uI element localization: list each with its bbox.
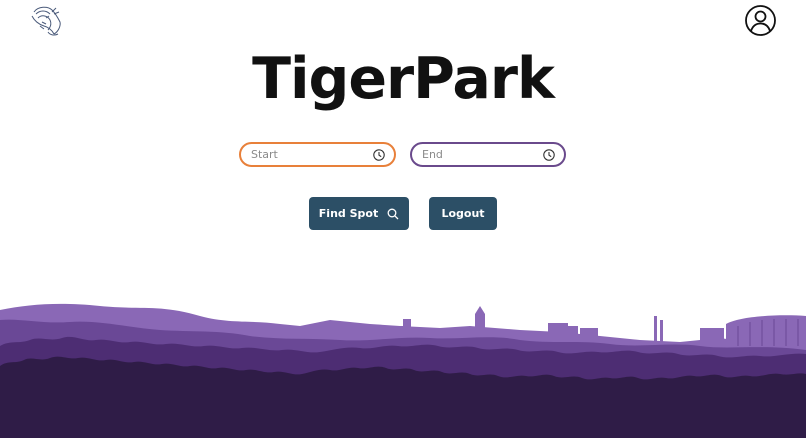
end-time-input[interactable] <box>412 144 532 165</box>
find-spot-label: Find Spot <box>318 207 379 220</box>
page-title: TigerPark <box>252 46 555 112</box>
logout-label: Logout <box>441 207 485 220</box>
find-spot-button[interactable]: Find Spot <box>309 197 409 230</box>
end-time-field[interactable] <box>410 142 566 167</box>
start-time-input[interactable] <box>241 144 361 165</box>
user-profile-icon[interactable] <box>744 4 777 37</box>
search-icon <box>387 208 399 219</box>
tiger-logo-icon <box>28 4 64 38</box>
skyline-illustration <box>0 303 806 438</box>
clock-icon[interactable] <box>373 149 385 161</box>
start-time-field[interactable] <box>239 142 396 167</box>
clock-icon[interactable] <box>543 149 555 161</box>
logout-button[interactable]: Logout <box>429 197 497 230</box>
